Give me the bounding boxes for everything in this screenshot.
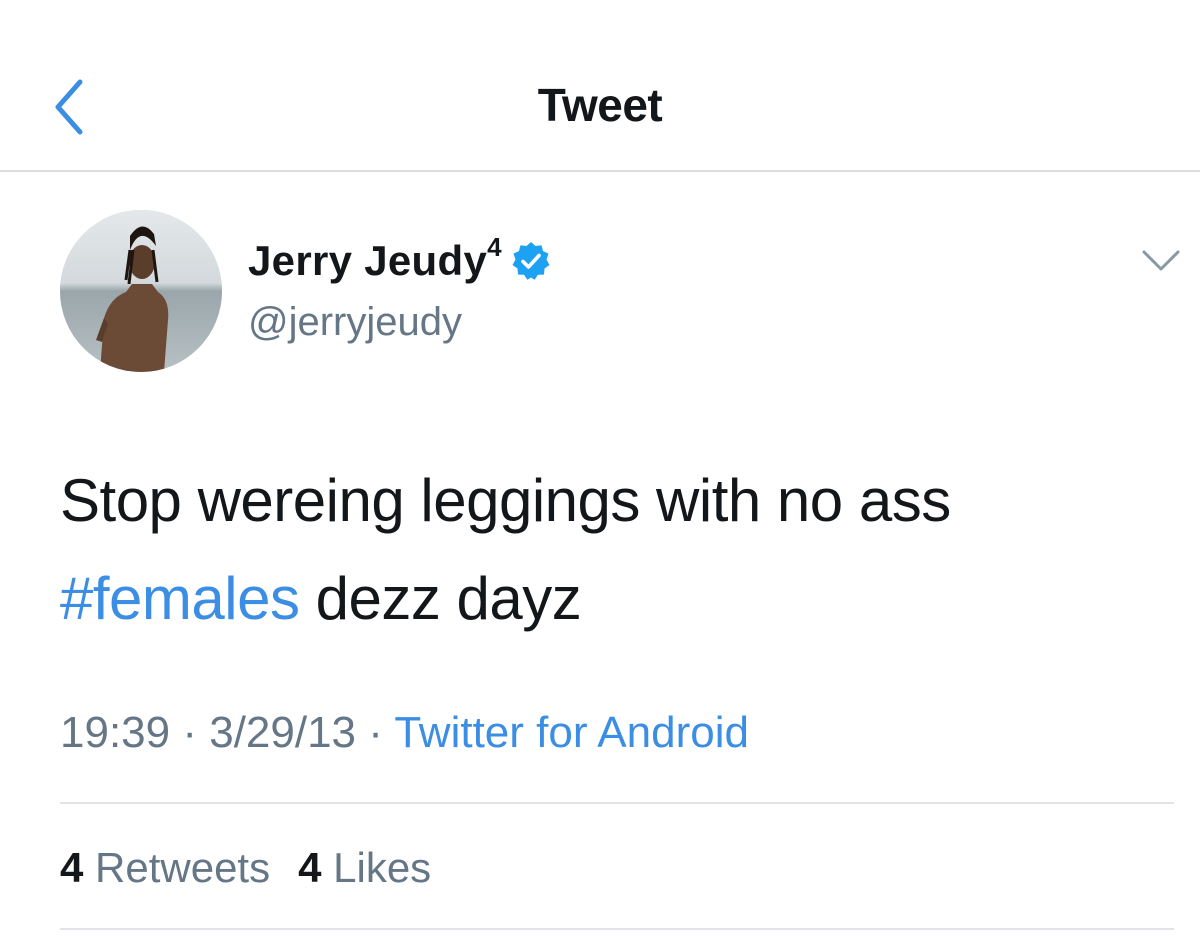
tweet-time: 19:39 [60, 708, 171, 757]
profile-photo [60, 210, 222, 372]
engagement-stats: 4 Retweets 4 Likes [60, 844, 459, 892]
divider [60, 802, 1174, 804]
like-label: Likes [321, 844, 432, 891]
tweet-text-rest: dezz dayz [299, 565, 582, 632]
meta-separator: · [356, 708, 395, 757]
tweet-source-link[interactable]: Twitter for Android [394, 708, 749, 757]
display-name-text: Jerry Jeudy [248, 237, 488, 284]
name-superscript: 4 [487, 232, 502, 262]
tweet-text: Stop wereing leggings with no ass #femal… [60, 452, 1140, 648]
tweet-text-line-1: Stop wereing leggings with no ass [60, 467, 951, 534]
tweet-detail: Jerry Jeudy4 @jerryjeudy Stop wereing le… [0, 172, 1200, 936]
retweet-count: 4 [60, 844, 84, 891]
nav-header: Tweet [0, 0, 1200, 172]
meta-separator: · [170, 708, 210, 757]
author-handle[interactable]: @jerryjeudy [248, 300, 462, 345]
author-name-row[interactable]: Jerry Jeudy4 [248, 232, 552, 285]
display-name: Jerry Jeudy4 [248, 232, 502, 285]
likes-stat[interactable]: 4 Likes [298, 844, 431, 892]
avatar[interactable] [60, 210, 222, 372]
retweet-label: Retweets [83, 844, 271, 891]
chevron-down-icon [1142, 250, 1180, 271]
tweet-meta: 19:39 · 3/29/13 · Twitter for Android [60, 708, 749, 758]
tweet-text-line-2: #females dezz dayz [60, 550, 1140, 648]
like-count: 4 [298, 844, 322, 891]
tweet-date: 3/29/13 [209, 708, 357, 757]
hashtag-link[interactable]: #females [60, 565, 300, 632]
retweets-stat[interactable]: 4 Retweets [60, 844, 270, 892]
divider [60, 928, 1174, 930]
more-options-button[interactable] [1138, 244, 1184, 278]
verified-badge-icon [512, 241, 550, 280]
page-title: Tweet [537, 79, 663, 131]
